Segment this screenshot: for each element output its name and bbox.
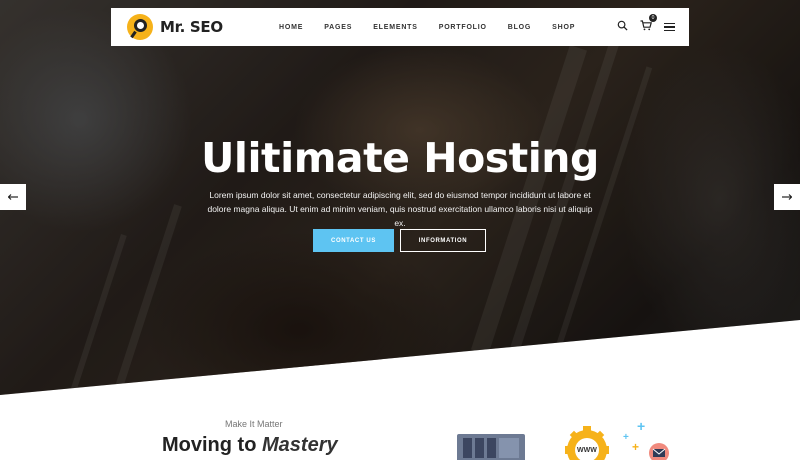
hamburger-menu-icon[interactable] <box>664 21 675 34</box>
nav-item-pages[interactable]: PAGES <box>324 24 352 31</box>
slider-next-button[interactable] <box>774 184 800 210</box>
brand-name: Mr. SEO <box>160 18 223 36</box>
information-button[interactable]: INFORMATION <box>400 229 486 252</box>
cart-count-badge: 0 <box>649 14 657 22</box>
brand-logo[interactable]: Mr. SEO <box>127 14 223 40</box>
section-title-italic: Mastery <box>262 434 338 456</box>
plus-spark-icon: + <box>632 440 640 454</box>
search-icon[interactable] <box>617 18 628 36</box>
section-title-bold: Moving to <box>162 434 257 456</box>
nav-item-portfolio[interactable]: PORTFOLIO <box>439 24 487 31</box>
section-title: Moving to Mastery <box>162 434 338 457</box>
top-navbar: Mr. SEO HOME PAGES ELEMENTS PORTFOLIO BL… <box>111 8 689 46</box>
nav-icon-group: 0 <box>605 8 675 46</box>
section-kicker: Make It Matter <box>225 419 283 429</box>
nav-item-blog[interactable]: BLOG <box>508 24 531 31</box>
plus-spark-icon: + <box>637 418 646 434</box>
plus-spark-icon: + <box>623 432 629 443</box>
main-menu: HOME PAGES ELEMENTS PORTFOLIO BLOG SHOP <box>279 8 596 46</box>
arrow-left-icon <box>8 194 18 200</box>
gear-www-illustration: WWW <box>563 424 623 460</box>
nav-item-elements[interactable]: ELEMENTS <box>373 24 418 31</box>
contact-us-button[interactable]: CONTACT US <box>313 229 394 252</box>
nav-item-home[interactable]: HOME <box>279 24 303 31</box>
www-label: WWW <box>577 447 597 454</box>
server-rack-illustration <box>457 434 525 460</box>
hero-title: Ulitimate Hosting <box>201 134 599 182</box>
slider-prev-button[interactable] <box>0 184 26 210</box>
nav-item-shop[interactable]: SHOP <box>552 24 575 31</box>
mail-gear-icon <box>646 440 672 460</box>
cart-icon[interactable]: 0 <box>640 14 657 36</box>
arrow-right-icon <box>782 194 792 200</box>
hero-description: Lorem ipsum dolor sit amet, consectetur … <box>207 190 593 228</box>
magnifier-logo-icon <box>127 14 153 40</box>
